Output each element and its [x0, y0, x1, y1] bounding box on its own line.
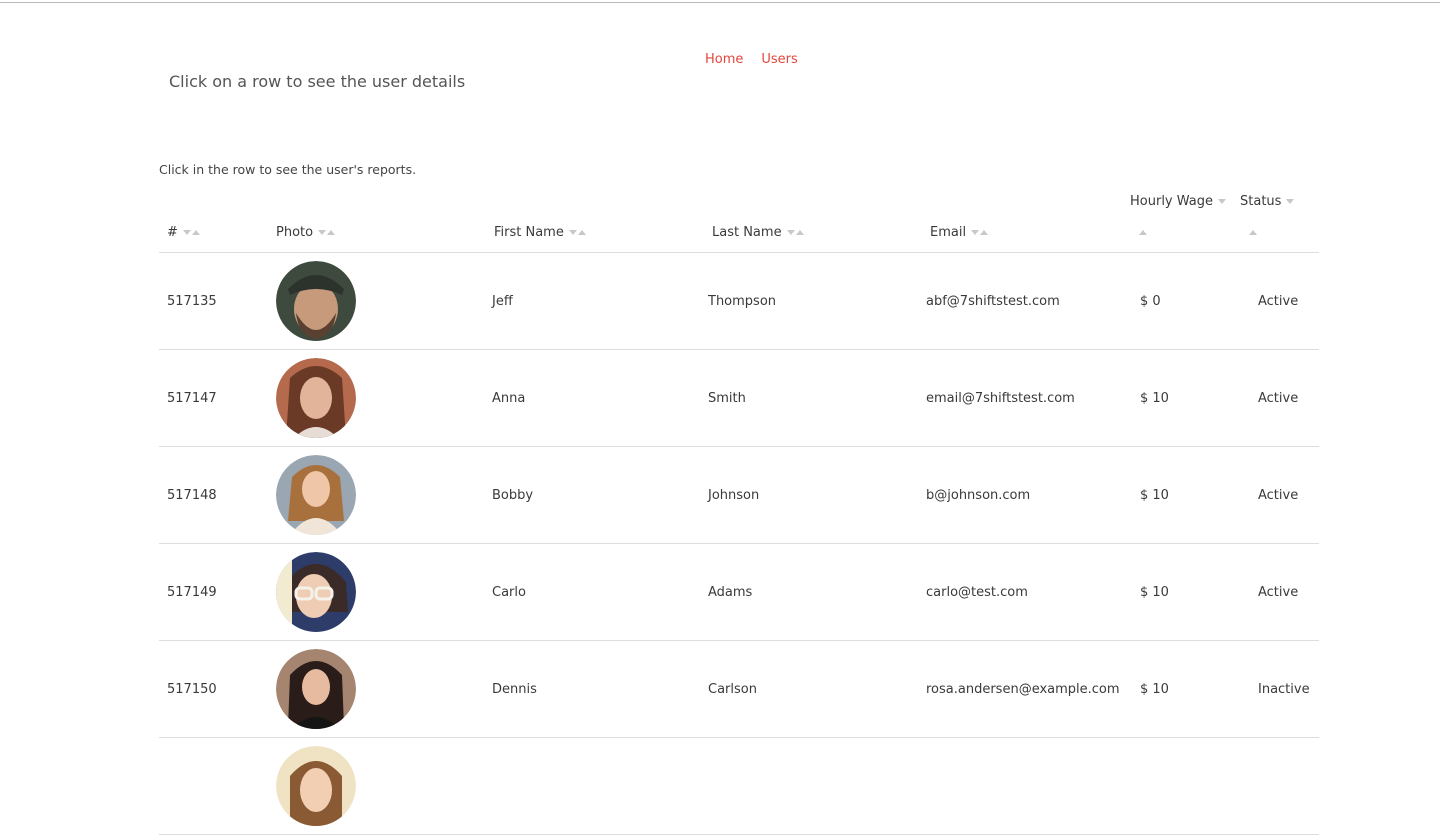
- column-label: Status: [1240, 194, 1282, 209]
- breadcrumb: Home Users: [705, 52, 798, 67]
- cell-email: rosa.andersen@example.com: [922, 640, 1140, 738]
- cell-wage: $ 0: [1140, 252, 1250, 350]
- cell-last-name: Carlson: [704, 640, 922, 738]
- nav-home-link[interactable]: Home: [705, 52, 743, 67]
- cell-status: Active: [1250, 252, 1319, 350]
- column-label: Hourly Wage: [1130, 194, 1213, 209]
- users-table-body: 517135 Jeff Thompson abf@7shiftstest.com…: [159, 252, 1319, 835]
- table-instructions: Click in the row to see the user's repor…: [159, 162, 417, 177]
- cell-email: email@7shiftstest.com: [922, 349, 1140, 447]
- top-border: [0, 2, 1440, 3]
- cell-first-name: Jeff: [486, 252, 704, 350]
- cell-status: Inactive: [1250, 640, 1319, 738]
- column-label: First Name: [494, 225, 564, 240]
- user-avatar: [276, 261, 356, 341]
- cell-wage: $ 10: [1140, 446, 1250, 544]
- cell-last-name: Thompson: [704, 252, 922, 350]
- cell-photo: [268, 446, 486, 544]
- table-header-row: # Photo First Name Last Name Email Hourl…: [159, 190, 1319, 253]
- column-header-first-name[interactable]: First Name: [486, 190, 704, 253]
- table-row[interactable]: [159, 737, 1319, 835]
- cell-email: [922, 737, 1140, 835]
- column-label: Last Name: [712, 225, 782, 240]
- sort-icon[interactable]: [971, 230, 989, 235]
- cell-email: abf@7shiftstest.com: [922, 252, 1140, 350]
- sort-icon[interactable]: [182, 230, 200, 235]
- cell-status: Active: [1250, 349, 1319, 447]
- cell-first-name: Bobby: [486, 446, 704, 544]
- sort-icon[interactable]: [786, 230, 804, 235]
- user-avatar: [276, 746, 356, 826]
- cell-photo: [268, 737, 486, 835]
- cell-photo: [268, 640, 486, 738]
- cell-photo: [268, 349, 486, 447]
- column-label: #: [167, 225, 178, 240]
- column-header-photo[interactable]: Photo: [268, 190, 486, 253]
- cell-first-name: Dennis: [486, 640, 704, 738]
- cell-status: Active: [1250, 543, 1319, 641]
- cell-status: [1250, 737, 1319, 835]
- column-header-status[interactable]: Status: [1240, 190, 1319, 253]
- table-row[interactable]: 517150 Dennis Carlson rosa.andersen@exam…: [159, 640, 1319, 738]
- page-title: Click on a row to see the user details: [169, 72, 466, 91]
- cell-email: carlo@test.com: [922, 543, 1140, 641]
- column-header-id[interactable]: #: [159, 190, 268, 253]
- user-avatar: [276, 552, 356, 632]
- cell-last-name: Johnson: [704, 446, 922, 544]
- column-header-email[interactable]: Email: [922, 190, 1140, 253]
- cell-id: 517135: [159, 252, 268, 350]
- user-avatar: [276, 649, 356, 729]
- cell-id: 517150: [159, 640, 268, 738]
- sort-desc-icon[interactable]: [1218, 199, 1226, 204]
- sort-icon[interactable]: [318, 230, 336, 235]
- table-row[interactable]: 517149 Carlo Adams carlo@test.com $ 10 A…: [159, 543, 1319, 641]
- cell-id: 517148: [159, 446, 268, 544]
- sort-icon[interactable]: [568, 230, 586, 235]
- users-table: # Photo First Name Last Name Email Hourl…: [159, 190, 1319, 835]
- users-table-container: # Photo First Name Last Name Email Hourl…: [159, 190, 1319, 835]
- cell-wage: $ 10: [1140, 543, 1250, 641]
- table-row[interactable]: 517147 Anna Smith email@7shiftstest.com …: [159, 349, 1319, 447]
- cell-wage: $ 10: [1140, 640, 1250, 738]
- cell-wage: $ 10: [1140, 349, 1250, 447]
- cell-last-name: Smith: [704, 349, 922, 447]
- column-header-hourly-wage[interactable]: Hourly Wage: [1130, 190, 1250, 253]
- nav-users-link[interactable]: Users: [761, 52, 797, 67]
- cell-first-name: [486, 737, 704, 835]
- user-avatar: [276, 358, 356, 438]
- cell-id: 517147: [159, 349, 268, 447]
- cell-id: [159, 737, 268, 835]
- cell-last-name: Adams: [704, 543, 922, 641]
- table-row[interactable]: 517148 Bobby Johnson b@johnson.com $ 10 …: [159, 446, 1319, 544]
- cell-photo: [268, 252, 486, 350]
- table-row[interactable]: 517135 Jeff Thompson abf@7shiftstest.com…: [159, 252, 1319, 350]
- cell-last-name: [704, 737, 922, 835]
- cell-first-name: Anna: [486, 349, 704, 447]
- column-label: Email: [930, 225, 967, 240]
- cell-status: Active: [1250, 446, 1319, 544]
- sort-desc-icon[interactable]: [1286, 199, 1295, 204]
- sort-asc-icon[interactable]: [1139, 230, 1147, 235]
- column-label: Photo: [276, 225, 314, 240]
- cell-photo: [268, 543, 486, 641]
- column-header-last-name[interactable]: Last Name: [704, 190, 922, 253]
- cell-wage: [1140, 737, 1250, 835]
- cell-first-name: Carlo: [486, 543, 704, 641]
- cell-id: 517149: [159, 543, 268, 641]
- cell-email: b@johnson.com: [922, 446, 1140, 544]
- sort-asc-icon[interactable]: [1249, 230, 1257, 235]
- user-avatar: [276, 455, 356, 535]
